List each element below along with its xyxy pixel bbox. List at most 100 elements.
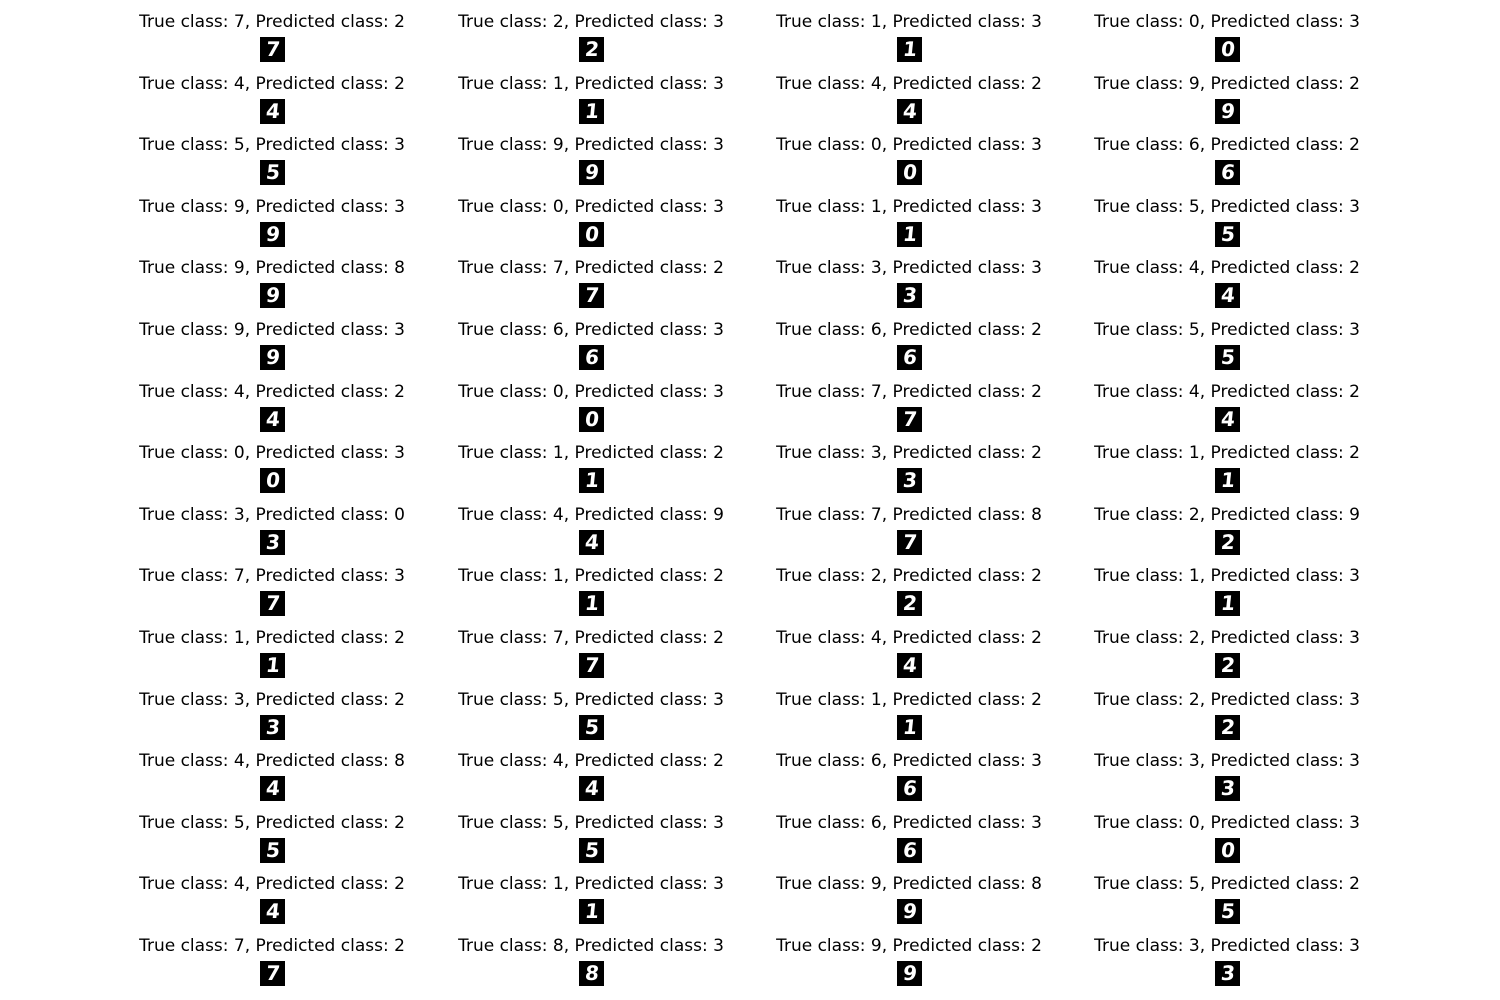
sample-title: True class: 4, Predicted class: 2 (458, 751, 724, 772)
sample-cell: True class: 4, Predicted class: 2 4 (122, 62, 422, 124)
sample-cell: True class: 9, Predicted class: 3 9 (122, 308, 422, 370)
sample-title: True class: 6, Predicted class: 2 (1094, 135, 1360, 156)
digit-glyph: 5 (264, 160, 281, 185)
sample-cell: True class: 6, Predicted class: 3 6 (759, 801, 1059, 863)
sample-cell: True class: 9, Predicted class: 3 9 (441, 123, 741, 186)
digit-image: 3 (260, 714, 285, 740)
digit-image: 0 (579, 406, 604, 432)
sample-title: True class: 5, Predicted class: 3 (458, 812, 724, 833)
sample-cell: True class: 1, Predicted class: 2 1 (122, 616, 422, 678)
sample-cell: True class: 3, Predicted class: 3 3 (1077, 924, 1377, 986)
digit-glyph: 0 (583, 221, 600, 246)
digit-image: 4 (897, 98, 922, 124)
digit-glyph: 3 (264, 714, 281, 739)
digit-image: 3 (897, 468, 922, 494)
digit-glyph: 6 (1219, 160, 1236, 185)
sample-title: True class: 1, Predicted class: 3 (776, 12, 1042, 32)
sample-cell: True class: 0, Predicted class: 3 0 (1077, 801, 1377, 863)
digit-image: 5 (579, 714, 604, 740)
digit-glyph: 6 (901, 776, 918, 801)
digit-image: 8 (579, 961, 604, 986)
digit-glyph: 9 (1219, 98, 1236, 123)
digit-glyph: 9 (264, 345, 281, 369)
digit-image: 5 (579, 837, 604, 863)
sample-title: True class: 1, Predicted class: 2 (458, 443, 724, 464)
sample-cell: True class: 1, Predicted class: 2 1 (441, 554, 741, 617)
digit-glyph: 9 (264, 283, 281, 308)
sample-title: True class: 1, Predicted class: 2 (776, 689, 1042, 710)
digit-glyph: 4 (583, 776, 600, 801)
sample-title: True class: 5, Predicted class: 2 (139, 812, 405, 833)
digit-image: 6 (579, 345, 604, 370)
digit-image: 1 (1215, 468, 1240, 494)
digit-glyph: 7 (901, 406, 918, 431)
sample-title: True class: 4, Predicted class: 2 (776, 628, 1042, 648)
digit-glyph: 7 (264, 961, 281, 985)
sample-title: True class: 2, Predicted class: 9 (1094, 504, 1360, 525)
digit-glyph: 0 (1219, 837, 1236, 862)
digit-glyph: 1 (1219, 468, 1236, 493)
digit-image: 2 (1215, 653, 1240, 678)
digit-glyph: 1 (901, 714, 918, 739)
sample-title: True class: 0, Predicted class: 3 (776, 135, 1042, 156)
digit-glyph: 6 (901, 837, 918, 862)
sample-title: True class: 7, Predicted class: 2 (458, 628, 724, 648)
digit-glyph: 4 (901, 653, 918, 677)
digit-image: 9 (260, 345, 285, 370)
digit-glyph: 0 (1219, 37, 1236, 61)
digit-image: 6 (897, 837, 922, 863)
digit-glyph: 0 (583, 406, 600, 431)
digit-glyph: 4 (264, 899, 281, 924)
sample-cell: True class: 5, Predicted class: 3 5 (122, 123, 422, 186)
digit-image: 5 (1215, 345, 1240, 370)
digit-glyph: 7 (583, 283, 600, 308)
sample-cell: True class: 5, Predicted class: 3 5 (1077, 308, 1377, 370)
sample-title: True class: 7, Predicted class: 2 (458, 258, 724, 279)
digit-image: 0 (579, 221, 604, 247)
digit-image: 5 (260, 160, 285, 186)
sample-cell: True class: 7, Predicted class: 2 7 (122, 924, 422, 986)
digit-glyph: 4 (264, 776, 281, 801)
digit-image: 9 (579, 160, 604, 186)
sample-title: True class: 1, Predicted class: 3 (458, 73, 724, 94)
digit-image: 7 (260, 961, 285, 986)
sample-title: True class: 4, Predicted class: 2 (1094, 258, 1360, 279)
sample-title: True class: 5, Predicted class: 3 (139, 135, 405, 156)
digit-glyph: 7 (583, 653, 600, 677)
digit-image: 3 (260, 529, 285, 555)
sample-title: True class: 7, Predicted class: 2 (139, 936, 405, 956)
sample-title: True class: 7, Predicted class: 2 (139, 12, 405, 32)
digit-glyph: 2 (1219, 714, 1236, 739)
sample-title: True class: 9, Predicted class: 8 (139, 258, 405, 279)
sample-cell: True class: 9, Predicted class: 2 9 (1077, 62, 1377, 124)
digit-glyph: 1 (583, 468, 600, 493)
digit-image: 5 (260, 837, 285, 863)
sample-title: True class: 1, Predicted class: 2 (139, 628, 405, 648)
digit-glyph: 3 (901, 283, 918, 308)
digit-image: 9 (897, 961, 922, 986)
sample-cell: True class: 5, Predicted class: 2 5 (1077, 862, 1377, 925)
digit-image: 1 (897, 714, 922, 740)
digit-glyph: 1 (583, 591, 600, 616)
digit-glyph: 5 (583, 837, 600, 862)
digit-glyph: 3 (264, 529, 281, 554)
sample-title: True class: 2, Predicted class: 2 (776, 566, 1042, 587)
sample-cell: True class: 6, Predicted class: 3 6 (759, 739, 1059, 802)
sample-title: True class: 0, Predicted class: 3 (1094, 12, 1360, 32)
digit-image: 2 (579, 37, 604, 62)
sample-cell: True class: 7, Predicted class: 3 7 (122, 554, 422, 617)
sample-cell: True class: 3, Predicted class: 2 3 (759, 431, 1059, 494)
digit-image: 5 (1215, 899, 1240, 925)
digit-image: 9 (260, 283, 285, 309)
sample-cell: True class: 4, Predicted class: 2 4 (122, 370, 422, 432)
sample-cell: True class: 7, Predicted class: 8 7 (759, 493, 1059, 555)
sample-title: True class: 7, Predicted class: 3 (139, 566, 405, 587)
sample-title: True class: 4, Predicted class: 2 (139, 381, 405, 402)
sample-title: True class: 6, Predicted class: 3 (458, 320, 724, 340)
digit-glyph: 9 (901, 899, 918, 924)
sample-title: True class: 0, Predicted class: 3 (1094, 812, 1360, 833)
sample-title: True class: 4, Predicted class: 2 (139, 73, 405, 94)
digit-image: 4 (1215, 283, 1240, 309)
sample-cell: True class: 5, Predicted class: 3 5 (441, 678, 741, 740)
sample-cell: True class: 0, Predicted class: 3 0 (759, 123, 1059, 186)
